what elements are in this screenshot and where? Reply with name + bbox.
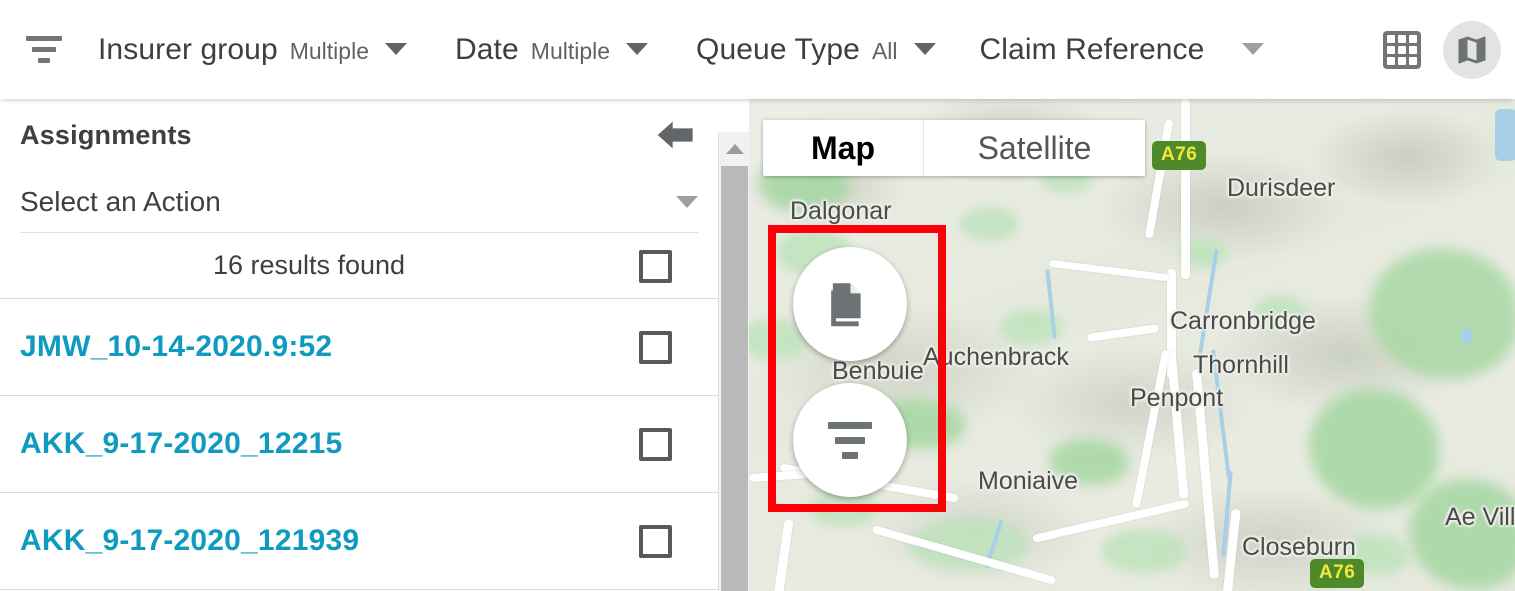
assignment-link[interactable]: AKK_9-17-2020_12215 <box>0 427 342 461</box>
list-item[interactable]: AKK_9-17-2020_12215 <box>0 396 718 493</box>
filter-insurer-group-label: Insurer group <box>98 33 278 67</box>
scroll-up-arrow-icon[interactable] <box>719 132 750 166</box>
row-checkbox[interactable] <box>639 331 672 364</box>
filter-icon <box>828 422 872 459</box>
filter-insurer-group[interactable]: Insurer group Multiple <box>98 33 407 67</box>
assignments-sidebar: Assignments Select an Action 16 results … <box>0 99 718 591</box>
chevron-down-icon[interactable] <box>676 196 698 208</box>
back-arrow-icon[interactable] <box>654 115 698 155</box>
grid-view-button[interactable] <box>1373 21 1431 79</box>
map-view-button[interactable] <box>1443 21 1501 79</box>
list-item[interactable]: JMW_10-14-2020.9:52 <box>0 299 718 396</box>
application-window: Insurer group Multiple Date Multiple Que… <box>0 0 1515 591</box>
results-count: 16 results found <box>0 250 718 281</box>
filter-claim-reference-label: Claim Reference <box>980 33 1205 67</box>
road-shield: A76 <box>1310 559 1364 588</box>
filter-queue-type-value: All <box>872 38 898 65</box>
filter-queue-type[interactable]: Queue Type All <box>696 33 935 67</box>
main-content: Assignments Select an Action 16 results … <box>0 99 1515 591</box>
assignment-link[interactable]: JMW_10-14-2020.9:52 <box>0 330 332 364</box>
select-all-checkbox[interactable] <box>639 250 672 283</box>
documents-fab[interactable] <box>793 247 907 361</box>
page-title: Assignments <box>20 120 192 151</box>
list-item[interactable]: AKK_9-17-2020_121939 <box>0 493 718 590</box>
filter-claim-reference[interactable]: Claim Reference <box>980 33 1265 67</box>
scrollbar-thumb[interactable] <box>721 166 748 591</box>
copy-documents-icon <box>821 275 879 333</box>
chevron-down-icon[interactable] <box>385 43 407 55</box>
filter-insurer-group-value: Multiple <box>290 38 369 65</box>
filter-queue-type-label: Queue Type <box>696 33 860 67</box>
road-shield: A76 <box>1152 141 1206 170</box>
row-checkbox[interactable] <box>639 428 672 461</box>
map-type-satellite-button[interactable]: Satellite <box>923 120 1145 176</box>
filter-date[interactable]: Date Multiple <box>455 33 648 67</box>
chevron-down-icon[interactable] <box>1242 43 1264 55</box>
results-summary-row: 16 results found <box>0 233 718 299</box>
sidebar-header: Assignments <box>0 99 718 171</box>
filter-fab[interactable] <box>793 383 907 497</box>
filter-date-label: Date <box>455 33 519 67</box>
chevron-down-icon[interactable] <box>626 43 648 55</box>
map-type-toggle: Map Satellite <box>763 120 1145 176</box>
assignment-link[interactable]: AKK_9-17-2020_121939 <box>0 524 359 558</box>
filter-date-value: Multiple <box>531 38 610 65</box>
chevron-down-icon[interactable] <box>914 43 936 55</box>
select-action-label: Select an Action <box>20 186 221 218</box>
map-type-map-button[interactable]: Map <box>763 120 923 176</box>
top-toolbar: Insurer group Multiple Date Multiple Que… <box>0 0 1515 99</box>
sidebar-scrollbar[interactable] <box>718 132 749 591</box>
row-checkbox[interactable] <box>639 525 672 558</box>
map-panel[interactable]: Dalgonar Benbuie Auchenbrack Moniaive Pe… <box>749 99 1515 591</box>
filter-icon[interactable] <box>24 35 64 65</box>
select-action-dropdown[interactable]: Select an Action <box>20 171 698 233</box>
map-view-icon <box>1454 32 1490 68</box>
grid-view-icon <box>1383 31 1421 69</box>
